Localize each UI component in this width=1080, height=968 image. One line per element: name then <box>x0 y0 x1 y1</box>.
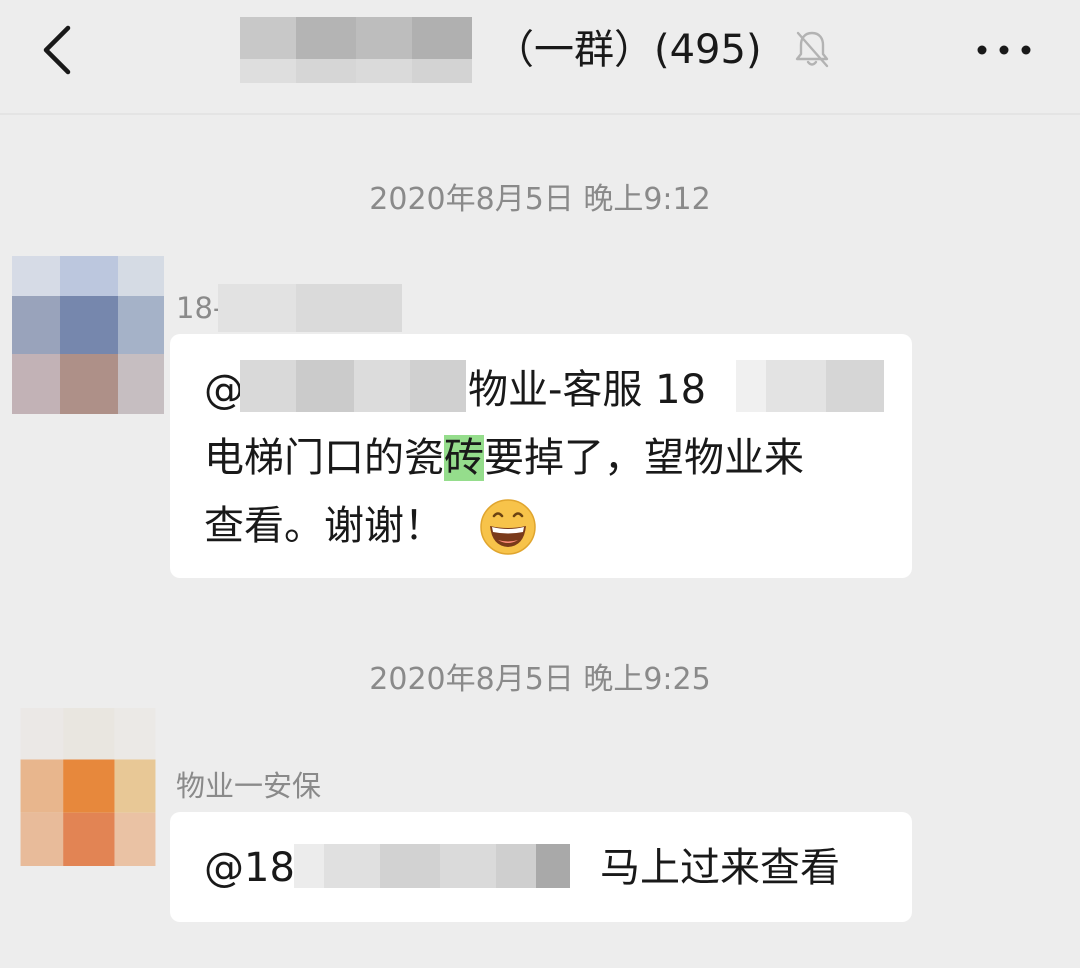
sender-name: 物业一安保 <box>176 769 322 803</box>
message-timestamp: 2020年8月5日 晚上9:25 <box>369 662 711 697</box>
phone-number-pixelated <box>736 360 884 412</box>
message-line: 查看。谢谢！ <box>204 494 444 558</box>
bell-off-icon <box>795 31 829 68</box>
group-name-pixelated <box>240 17 472 83</box>
back-button[interactable] <box>30 18 90 82</box>
message-bubble[interactable]: @18 马上过来查看 <box>170 812 912 922</box>
mute-indicator <box>792 28 832 70</box>
mention-prefix: @ <box>204 367 244 413</box>
mention-prefix: @18 <box>204 845 295 891</box>
more-button[interactable] <box>974 28 1034 72</box>
grinning-face-icon <box>480 499 536 555</box>
message-text: 物业-客服 18 <box>468 367 707 413</box>
sender-avatar[interactable] <box>12 256 164 414</box>
chat-header: （一群）(495) <box>0 0 1080 112</box>
chat-screen: （一群）(495) 2020年8月5日 晚上9:12 18- @ 物业-客服 1… <box>0 0 1080 968</box>
chat-title: （一群）(495) <box>494 27 762 73</box>
message-timestamp: 2020年8月5日 晚上9:12 <box>369 182 711 217</box>
chevron-left-icon <box>43 25 71 75</box>
message-line: 电梯门口的瓷砖要掉了，望物业来 <box>204 426 804 490</box>
header-divider <box>0 113 1080 115</box>
sender-avatar[interactable] <box>12 708 164 866</box>
message-line: @18 <box>204 836 295 900</box>
message-bubble[interactable]: @ 物业-客服 18 电梯门口的瓷砖要掉了，望物业来 查看。谢谢！ <box>170 334 912 578</box>
mention-name-pixelated <box>240 360 466 412</box>
message-text: 电梯门口的瓷 <box>204 435 444 481</box>
mention-name-pixelated <box>294 844 570 888</box>
message-text: 马上过来查看 <box>600 845 840 891</box>
message-line: @ <box>204 358 244 422</box>
highlighted-text: 砖 <box>444 435 484 481</box>
sender-name-pixelated <box>218 284 402 332</box>
more-dots-icon <box>977 45 1031 55</box>
message-text: 查看。谢谢！ <box>204 503 444 549</box>
message-text: 要掉了，望物业来 <box>484 435 804 481</box>
sender-name: 18- <box>176 291 224 325</box>
